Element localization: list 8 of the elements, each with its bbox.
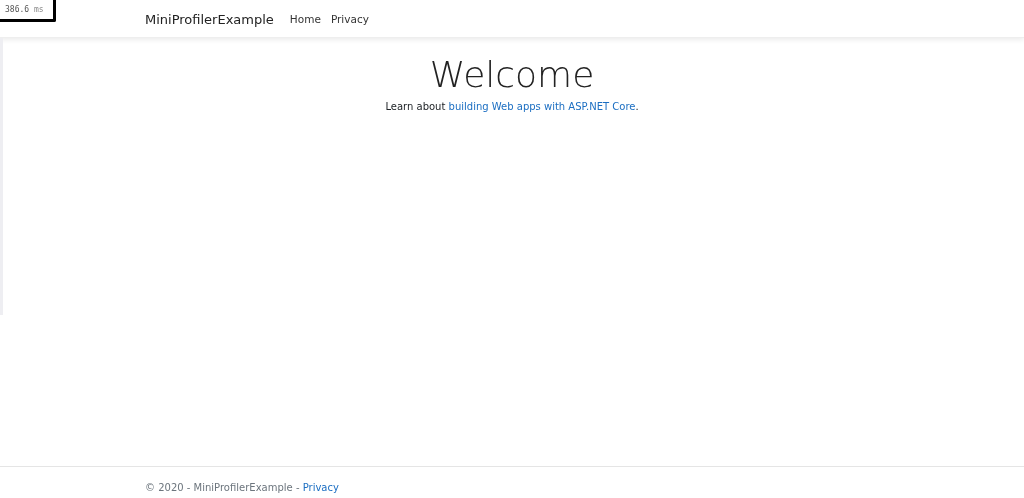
nav-link[interactable]: Privacy (330, 13, 369, 25)
welcome-heading: Welcome (428, 54, 596, 95)
privacy-link[interactable]: Privacy (302, 482, 339, 493)
profiler-timing-button[interactable]: 386.6 ms (0, 0, 56, 22)
brand-link[interactable]: MiniProfilerExample (145, 12, 274, 27)
nav-link[interactable]: Home (289, 13, 321, 25)
intro-text: Learn about building Web apps with ASP.NET Core. (384, 101, 640, 112)
footer-text: © 2020 - MiniProfilerExample - Privacy (145, 482, 340, 493)
